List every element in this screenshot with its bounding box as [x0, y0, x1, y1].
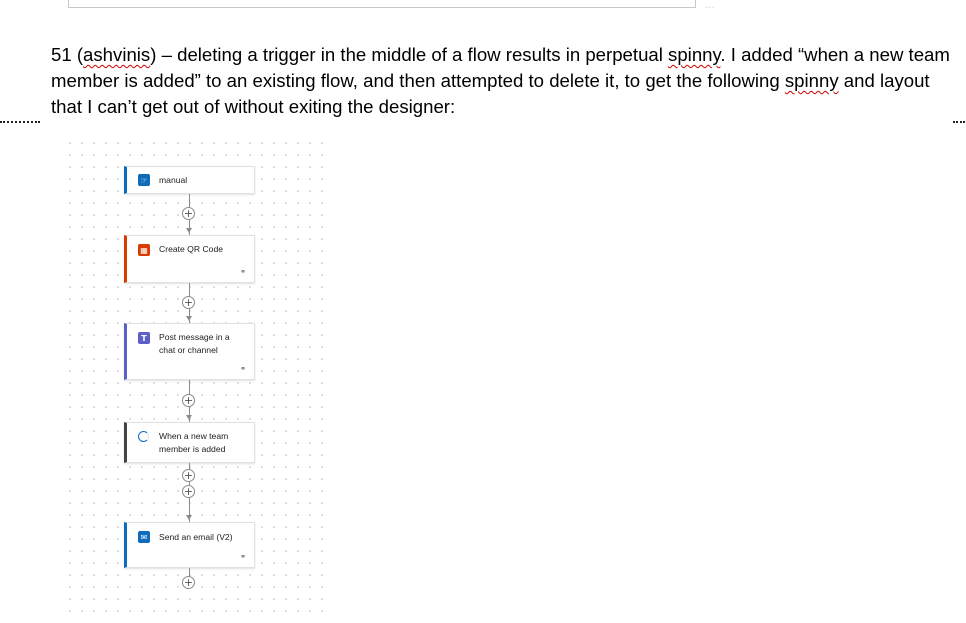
- username-spellcheck: ashvinis: [83, 44, 151, 65]
- flow-step-new-team-member-trigger[interactable]: When a new team member is added: [124, 422, 255, 463]
- step-title: Create QR Code: [159, 244, 224, 254]
- paragraph-text-2: ) – deleting a trigger in the middle of …: [150, 44, 669, 65]
- arrow-down-icon: [186, 316, 192, 321]
- add-step-button[interactable]: +: [182, 576, 195, 589]
- link-icon: ⚭: [240, 366, 246, 373]
- arrow-down-icon: [186, 515, 192, 520]
- ellipsis-marker: …: [705, 0, 716, 11]
- spinny-spellcheck-2: spinny: [784, 70, 839, 91]
- add-step-button[interactable]: +: [182, 469, 195, 482]
- step-title: Post message in a chat or channel: [159, 332, 230, 355]
- arrow-down-icon: [186, 415, 192, 420]
- teams-icon: T: [138, 332, 150, 344]
- previous-content-box: [68, 0, 696, 8]
- link-icon: ⚭: [240, 554, 246, 561]
- flow-step-post-message[interactable]: T Post message in a chat or channel ⚭: [124, 323, 255, 380]
- page-break-dots-left: [0, 121, 40, 123]
- outlook-icon: ✉: [138, 531, 150, 543]
- page-break-dots-right: [953, 121, 965, 123]
- flow-step-create-qr-code[interactable]: ▦ Create QR Code ⚭: [124, 235, 255, 283]
- loading-spinner-icon: [138, 431, 149, 442]
- spinny-spellcheck-1: spinny: [668, 44, 721, 65]
- paragraph-text-1: 51 (: [51, 44, 84, 65]
- add-step-button[interactable]: +: [182, 485, 195, 498]
- add-step-button[interactable]: +: [182, 207, 195, 220]
- add-step-button[interactable]: +: [182, 394, 195, 407]
- qr-code-icon: ▦: [138, 244, 150, 256]
- add-step-button[interactable]: +: [182, 296, 195, 309]
- flow-step-send-email[interactable]: ✉ Send an email (V2) ⚭: [124, 522, 255, 568]
- step-title: Send an email (V2): [159, 532, 233, 542]
- step-title: manual: [159, 175, 188, 185]
- step-title: When a new team member is added: [159, 431, 229, 454]
- link-icon: ⚭: [240, 269, 246, 276]
- flow-step-manual[interactable]: ☞ manual: [124, 166, 255, 194]
- arrow-down-icon: [186, 228, 192, 233]
- manual-trigger-icon: ☞: [138, 174, 150, 186]
- bug-report-paragraph: 51 (ashvinis) – deleting a trigger in th…: [51, 42, 951, 120]
